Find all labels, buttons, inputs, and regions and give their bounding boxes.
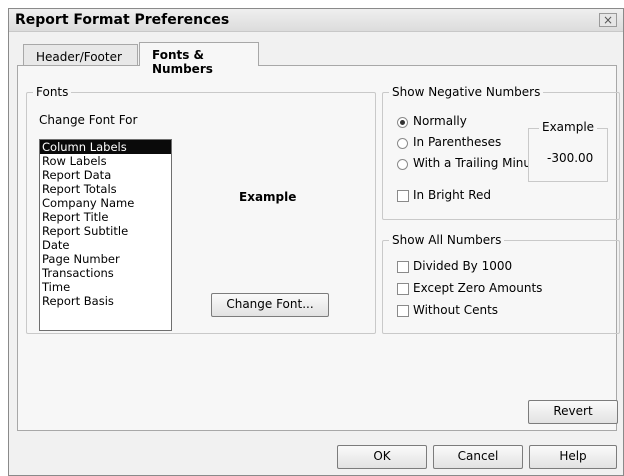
checkbox-bright-red[interactable] — [397, 190, 409, 202]
list-item[interactable]: Row Labels — [40, 154, 171, 168]
change-font-for-label: Change Font For — [39, 113, 138, 127]
checkbox-except-zero-label[interactable]: Except Zero Amounts — [413, 281, 542, 295]
list-item[interactable]: Transactions — [40, 266, 171, 280]
negative-example-value: -300.00 — [547, 151, 594, 165]
all-numbers-legend: Show All Numbers — [389, 233, 505, 247]
close-icon: × — [602, 13, 614, 27]
radio-trailing-minus-label[interactable]: With a Trailing Minus — [413, 156, 537, 170]
fonts-legend: Fonts — [33, 85, 72, 99]
checkbox-divided-by-1000-label[interactable]: Divided By 1000 — [413, 259, 512, 273]
list-item[interactable]: Report Title — [40, 210, 171, 224]
revert-button-label: Revert — [553, 404, 593, 418]
checkbox-without-cents[interactable] — [397, 305, 409, 317]
change-font-button-label: Change Font... — [226, 297, 314, 311]
tab-header-footer[interactable]: Header/Footer — [23, 44, 138, 66]
list-item[interactable]: Date — [40, 238, 171, 252]
cancel-button[interactable]: Cancel — [433, 445, 523, 469]
list-item[interactable]: Column Labels — [40, 140, 171, 154]
list-item[interactable]: Report Subtitle — [40, 224, 171, 238]
help-button-label: Help — [559, 449, 587, 463]
list-item[interactable]: Report Basis — [40, 294, 171, 308]
tab-fonts-numbers-label: Fonts & Numbers — [152, 48, 213, 76]
revert-button[interactable]: Revert — [528, 400, 618, 424]
tab-header-footer-label: Header/Footer — [36, 50, 122, 64]
radio-normally-label[interactable]: Normally — [413, 114, 467, 128]
tab-panel-fonts-numbers: Fonts Change Font For Column Labels Row … — [17, 65, 620, 431]
radio-trailing-minus[interactable] — [397, 159, 408, 170]
list-item[interactable]: Report Data — [40, 168, 171, 182]
font-element-listbox[interactable]: Column Labels Row Labels Report Data Rep… — [39, 139, 172, 331]
checkbox-bright-red-label[interactable]: In Bright Red — [413, 188, 491, 202]
ok-button[interactable]: OK — [337, 445, 427, 469]
list-item[interactable]: Report Totals — [40, 182, 171, 196]
radio-in-parentheses[interactable] — [397, 138, 408, 149]
negative-example-legend: Example — [539, 120, 598, 134]
negative-numbers-legend: Show Negative Numbers — [389, 85, 544, 99]
change-font-button[interactable]: Change Font... — [211, 293, 329, 317]
report-format-preferences-dialog: Report Format Preferences × Header/Foote… — [8, 8, 624, 476]
list-item[interactable]: Time — [40, 280, 171, 294]
radio-in-parentheses-label[interactable]: In Parentheses — [413, 135, 501, 149]
font-example-preview: Example — [239, 190, 297, 204]
title-bar: Report Format Preferences × — [9, 9, 623, 32]
negative-example-box: Example -300.00 — [528, 120, 608, 182]
checkbox-divided-by-1000[interactable] — [397, 261, 409, 273]
list-item[interactable]: Page Number — [40, 252, 171, 266]
tab-fonts-numbers[interactable]: Fonts & Numbers — [139, 42, 259, 76]
radio-normally[interactable] — [397, 117, 408, 128]
close-button[interactable]: × — [599, 13, 617, 27]
checkbox-without-cents-label[interactable]: Without Cents — [413, 303, 498, 317]
cancel-button-label: Cancel — [457, 449, 499, 463]
all-numbers-group: Show All Numbers Divided By 1000 Except … — [382, 233, 620, 334]
help-button[interactable]: Help — [529, 445, 617, 469]
ok-button-label: OK — [373, 449, 391, 463]
fonts-group: Fonts Change Font For Column Labels Row … — [26, 85, 376, 334]
checkbox-except-zero[interactable] — [397, 283, 409, 295]
dialog-title: Report Format Preferences — [15, 12, 230, 28]
list-item[interactable]: Company Name — [40, 196, 171, 210]
